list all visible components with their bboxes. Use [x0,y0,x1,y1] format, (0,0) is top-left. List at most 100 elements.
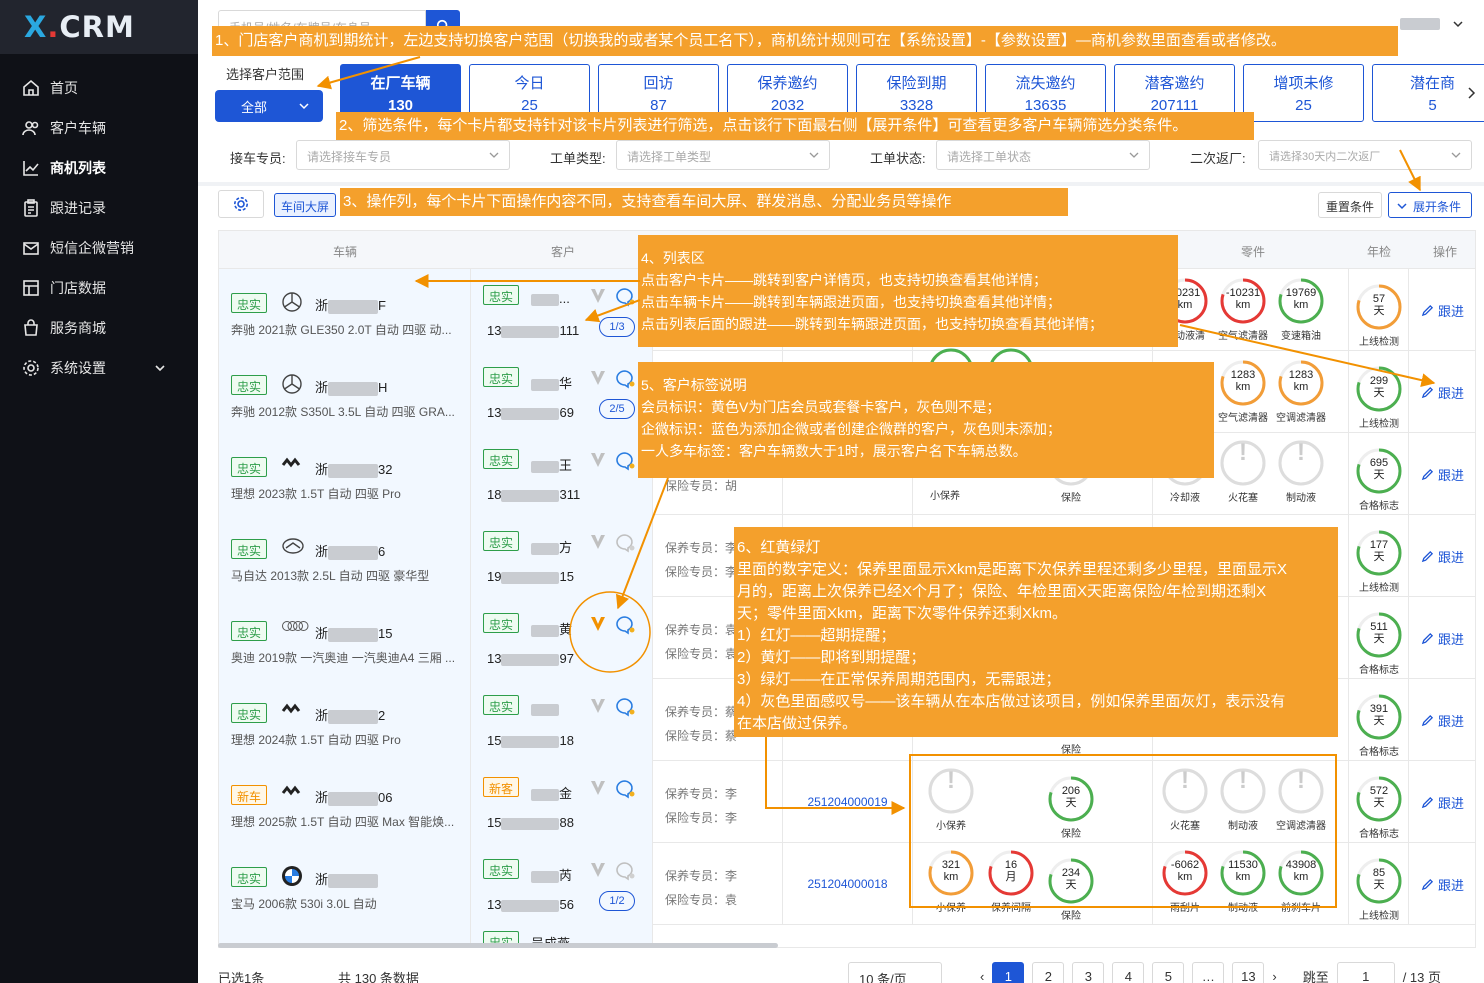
page-button[interactable]: 13 [1232,962,1265,983]
settings-button[interactable] [218,190,264,218]
jump-input[interactable]: 1 [1336,962,1395,983]
card-7[interactable]: 增项未修 25 [1243,64,1364,122]
order-cell[interactable]: 251204000018 [783,843,913,925]
page-button[interactable]: 1 [992,962,1025,983]
phone-prefix: 13 [487,323,502,338]
sidebar-item-4[interactable]: 短信企微营销 [0,228,198,268]
status-ring: -10231 km [1219,277,1267,325]
sidebar-item-5[interactable]: 门店数据 [0,268,198,308]
order-type-select[interactable]: 请选择工单类型 [616,140,830,170]
status-ring: 1283 km [1277,359,1325,407]
customer-name: ... [531,291,570,306]
annotation-line: 5、客户标签说明 [641,377,747,393]
scope-select[interactable]: 全部 [215,90,323,122]
ring-value: 177 [1369,539,1389,551]
follow-up-label: 跟进 [1438,468,1465,483]
data-board-icon [23,280,39,296]
selected-count: 已选1条 [218,971,265,983]
customer-card[interactable]: 忠实 华 13 69 2/5 [471,351,653,433]
annual-cell: 695 天合格标志 [1349,433,1409,515]
customer-card[interactable]: 新客金 15 88 [471,761,653,843]
wecom-icon [616,370,635,389]
vehicle-card[interactable]: 忠实 浙宝马 2006款 530i 3.0L 自动 [219,843,471,925]
vehicle-count-badge[interactable]: 2/5 [599,399,635,419]
vehicle-card[interactable]: 忠实 浙 32 理想 2023款 1.5T 自动 四驱 Pro [219,433,471,515]
annual-cell: 511 天合格标志 [1349,597,1409,679]
return-select[interactable]: 请选择30天内二次返厂 [1258,140,1472,170]
order-status-label: 工单状态: [870,151,926,166]
plate-suffix: F [378,298,386,313]
phone-prefix: 18 [487,487,502,502]
ring-value: 1283 [1288,369,1314,381]
order-type-placeholder: 请选择工单类型 [627,150,712,164]
customer-card[interactable]: 忠实 王 18 311 [471,433,653,515]
customer-phone: 13 56 [487,897,574,912]
sidebar-item-2[interactable]: 商机列表 [0,148,198,188]
sidebar-item-7[interactable]: 系统设置 [0,348,198,388]
reset-button[interactable]: 重置条件 [1318,192,1383,218]
chevron-right-icon[interactable] [1464,86,1478,100]
op-cell: 跟进 [1409,679,1475,761]
vehicle-card[interactable]: 忠实 浙 15 奥迪 2019款 一汽奥迪 一汽奥迪A4 三厢 ... [219,597,471,679]
plate-prefix: 浙 [315,626,329,641]
customer-card[interactable]: 忠实 15 18 [471,679,653,761]
plate-suffix: 2 [378,708,386,723]
page-total: / 13 页 [1402,969,1441,983]
insurance-staff: 保险专员：蔡 [665,729,738,743]
sidebar-item-3[interactable]: 跟进记录 [0,188,198,228]
sidebar-item-1[interactable]: 客户车辆 [0,108,198,148]
follow-up-link[interactable]: 跟进 [1421,383,1464,402]
next-page-icon[interactable]: › [1272,969,1276,983]
order-cell[interactable]: 251204000019 [783,761,913,843]
follow-up-link[interactable]: 跟进 [1421,793,1464,812]
vehicle-count-badge[interactable]: 1/3 [599,317,635,337]
card-count: 25 [1295,97,1312,114]
maintenance-staff: 保养专员：李 [665,787,738,801]
op-cell: 跟进 [1409,433,1475,515]
follow-up-label: 跟进 [1438,550,1465,565]
bmw-logo [281,865,305,886]
page-button[interactable]: 5 [1152,962,1185,983]
page-size-select[interactable]: 10 条/页 [848,962,942,983]
filter-row: 接车专员: 请选择接车专员 工单类型: 请选择工单类型 工单状态: 请选择工单状… [198,140,1484,174]
page-button[interactable]: 2 [1032,962,1065,983]
vehicle-card[interactable]: 忠实浙 2 理想 2024款 1.5T 自动 四驱 Pro [219,679,471,761]
vehicle-card[interactable]: 忠实浙 H 奔驰 2012款 S350L 3.5L 自动 四驱 GRA... [219,351,471,433]
customer-card[interactable]: 忠实 芮 13 56 1/2 [471,843,653,925]
vehicle-card[interactable]: 忠实浙 6 马自达 2013款 2.5L 自动 四驱 豪华型 [219,515,471,597]
user-avatar [1400,18,1440,30]
reception-select[interactable]: 请选择接车专员 [296,140,510,170]
vehicle-card[interactable]: 新车 浙 06 理想 2025款 1.5T 自动 四驱 Max 智能焕... [219,761,471,843]
logo-dot: . [47,10,60,44]
customer-card[interactable]: 忠实方 19 15 [471,515,653,597]
prev-page-icon[interactable]: ‹ [980,969,984,983]
customer-tag: 新客 [483,777,520,797]
follow-up-label: 跟进 [1438,878,1465,893]
follow-up-link[interactable]: 跟进 [1421,547,1464,566]
vehicle-count-badge[interactable]: 1/2 [599,891,635,911]
annotation-line: 里面的数字定义：保养里面显示Xkm是距离下次保养里程还剩多少里程，里面显示X [737,561,1288,578]
follow-up-link[interactable]: 跟进 [1421,465,1464,484]
user-menu[interactable] [1400,18,1464,30]
expand-filters-button[interactable]: 展开条件 [1388,192,1472,218]
follow-up-link[interactable]: 跟进 [1421,875,1464,894]
annotation-line: 2）黄灯——即将到期提醒； [737,649,926,666]
page-button[interactable]: 4 [1112,962,1145,983]
customer-name: 金 [531,783,572,802]
order-status-select[interactable]: 请选择工单状态 [936,140,1150,170]
customer-card[interactable]: 忠实 黄 13 97 [471,597,653,679]
sidebar-item-0[interactable]: 首页 [0,68,198,108]
page-button[interactable]: 3 [1072,962,1105,983]
follow-up-link[interactable]: 跟进 [1421,711,1464,730]
page-button[interactable]: … [1192,962,1225,983]
app-logo[interactable]: X. CRM [0,0,198,54]
follow-up-link[interactable]: 跟进 [1421,629,1464,648]
vehicle-card[interactable]: 忠实浙 F 奔驰 2021款 GLE350 2.0T 自动 四驱 动... [219,269,471,351]
workshop-screen-button[interactable]: 车间大屏 [274,193,337,217]
customer-card[interactable]: 忠实... 13 111 1/3 [471,269,653,351]
sidebar-item-6[interactable]: 服务商城 [0,308,198,348]
vip-v-icon [591,289,605,303]
follow-up-link[interactable]: 跟进 [1421,301,1464,320]
sidebar-item-label: 门店数据 [50,280,106,296]
phone-prefix: 13 [487,651,502,666]
